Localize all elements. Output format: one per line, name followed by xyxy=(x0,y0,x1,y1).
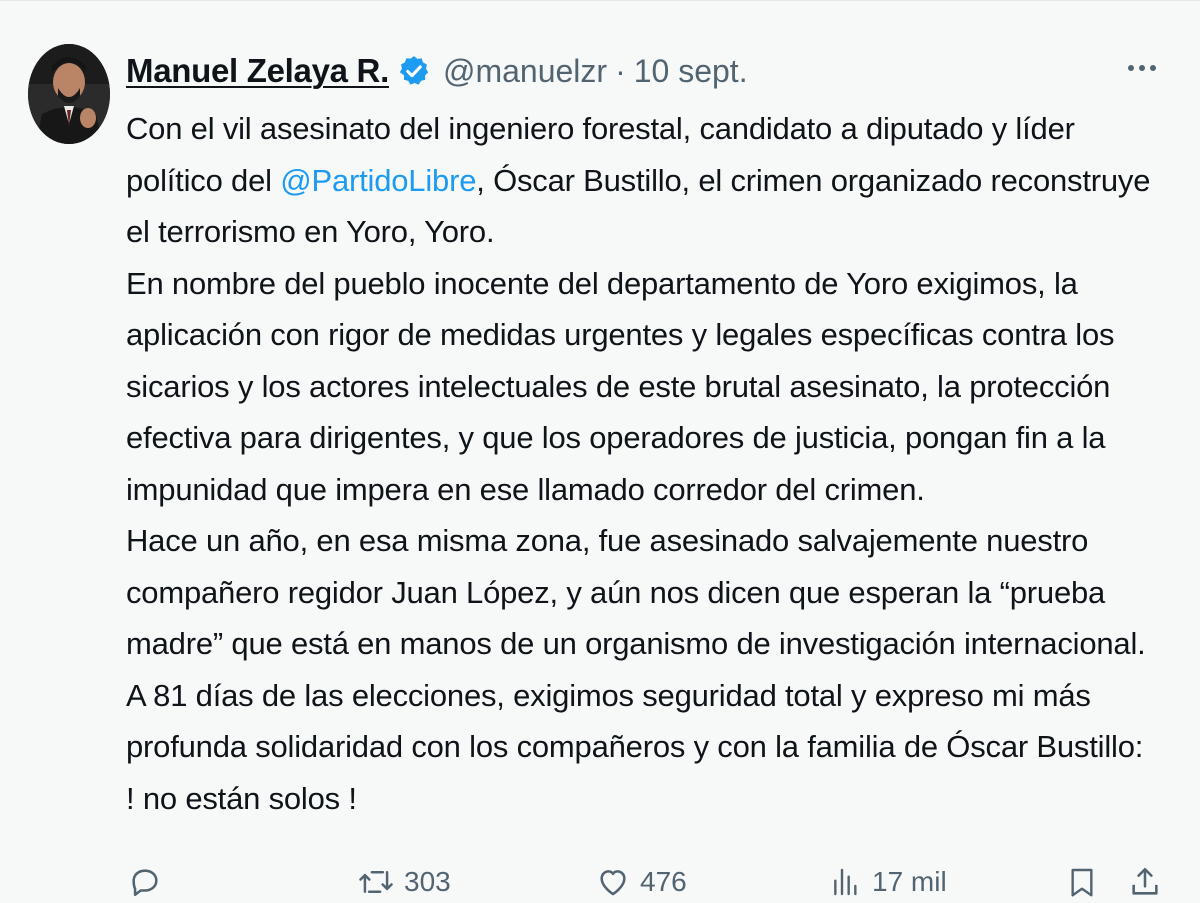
reply-button[interactable] xyxy=(128,865,162,899)
avatar[interactable] xyxy=(28,44,110,144)
tweet-text-line: madre” que está en manos de un organismo… xyxy=(126,626,1146,661)
more-dots-icon[interactable] xyxy=(1122,51,1162,85)
tweet-card[interactable]: Manuel Zelaya R. @manuelzr · 10 sept. Co… xyxy=(0,0,1200,903)
separator-dot: · xyxy=(615,52,626,89)
tweet-text-line: ! no están solos ! xyxy=(126,780,357,816)
tweet-text-line: aplicación con rigor de medidas urgentes… xyxy=(126,317,1115,352)
tweet-text-line: A 81 días de las elecciones, exigimos se… xyxy=(126,677,1091,713)
tweet-text: Con el vil asesinato del ingeniero fores… xyxy=(126,103,1176,824)
text-segment: político del xyxy=(126,162,281,198)
reply-icon xyxy=(128,865,162,899)
mention-link[interactable]: @PartidoLibre xyxy=(280,163,476,198)
tweet-header: Manuel Zelaya R. @manuelzr · 10 sept. xyxy=(126,45,748,97)
author-name[interactable]: Manuel Zelaya R. xyxy=(126,52,389,90)
tweet-text-line: impunidad que impera en ese llamado corr… xyxy=(126,471,925,507)
views-count: 17 mil xyxy=(872,866,947,897)
tweet-text-line: el terrorismo en Yoro, Yoro. xyxy=(126,214,495,249)
tweet-text-line: En nombre del pueblo inocente del depart… xyxy=(126,265,1078,301)
retweet-button[interactable]: 303 xyxy=(358,865,451,899)
tweet-text-line: Hace un año, en esa misma zona, fue ases… xyxy=(126,523,1089,558)
tweet-date[interactable]: 10 sept. xyxy=(634,53,748,90)
share-icon xyxy=(1128,865,1162,899)
bookmark-button[interactable] xyxy=(1066,865,1098,899)
tweet-text-line: Con el vil asesinato del ingeniero fores… xyxy=(126,111,1075,146)
heart-icon xyxy=(596,865,630,899)
like-button[interactable]: 476 xyxy=(596,865,687,899)
tweet-text-line: profunda solidaridad con los compañeros … xyxy=(126,729,1144,764)
tweet-text-line: sicarios y los actores intelectuales de … xyxy=(126,368,1111,404)
share-button[interactable] xyxy=(1128,865,1162,899)
avatar-photo xyxy=(28,44,110,144)
tweet-actions: 303 476 17 mil xyxy=(0,859,1200,903)
tweet-text-line: efectiva para dirigentes, y que los oper… xyxy=(126,420,1106,455)
retweet-icon xyxy=(358,865,394,899)
text-segment: , Óscar Bustillo, el crimen organizado r… xyxy=(476,162,1151,198)
tweet-text-line: político del @PartidoLibre, Óscar Bustil… xyxy=(126,155,1176,207)
verified-badge-icon xyxy=(397,54,431,88)
views-button[interactable]: 17 mil xyxy=(830,865,947,899)
views-chart-icon xyxy=(830,865,862,899)
like-count: 476 xyxy=(640,866,687,897)
tweet-text-line: compañero regidor Juan López, y aún nos … xyxy=(126,574,1106,610)
bookmark-icon xyxy=(1066,865,1098,899)
author-handle[interactable]: @manuelzr xyxy=(443,53,607,90)
retweet-count: 303 xyxy=(404,866,451,897)
